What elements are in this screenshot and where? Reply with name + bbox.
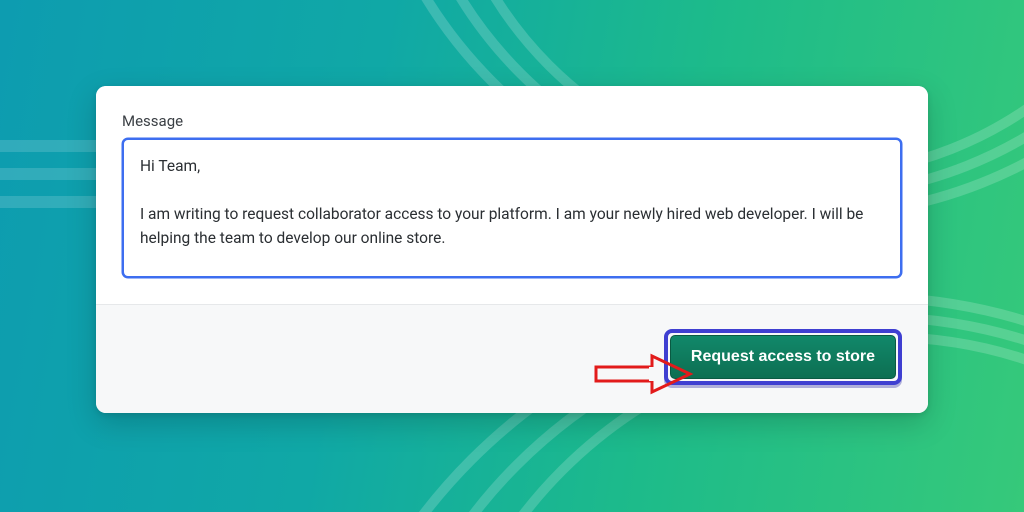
actions-bar: Request access to store [96,305,928,413]
request-button-highlight: Request access to store [664,329,902,385]
message-textarea[interactable] [122,138,902,278]
request-access-button[interactable]: Request access to store [670,335,896,379]
message-section: Message [96,86,928,305]
page-background: Message Request access to store [0,0,1024,512]
dialog-card: Message Request access to store [96,86,928,413]
message-label: Message [122,112,902,130]
